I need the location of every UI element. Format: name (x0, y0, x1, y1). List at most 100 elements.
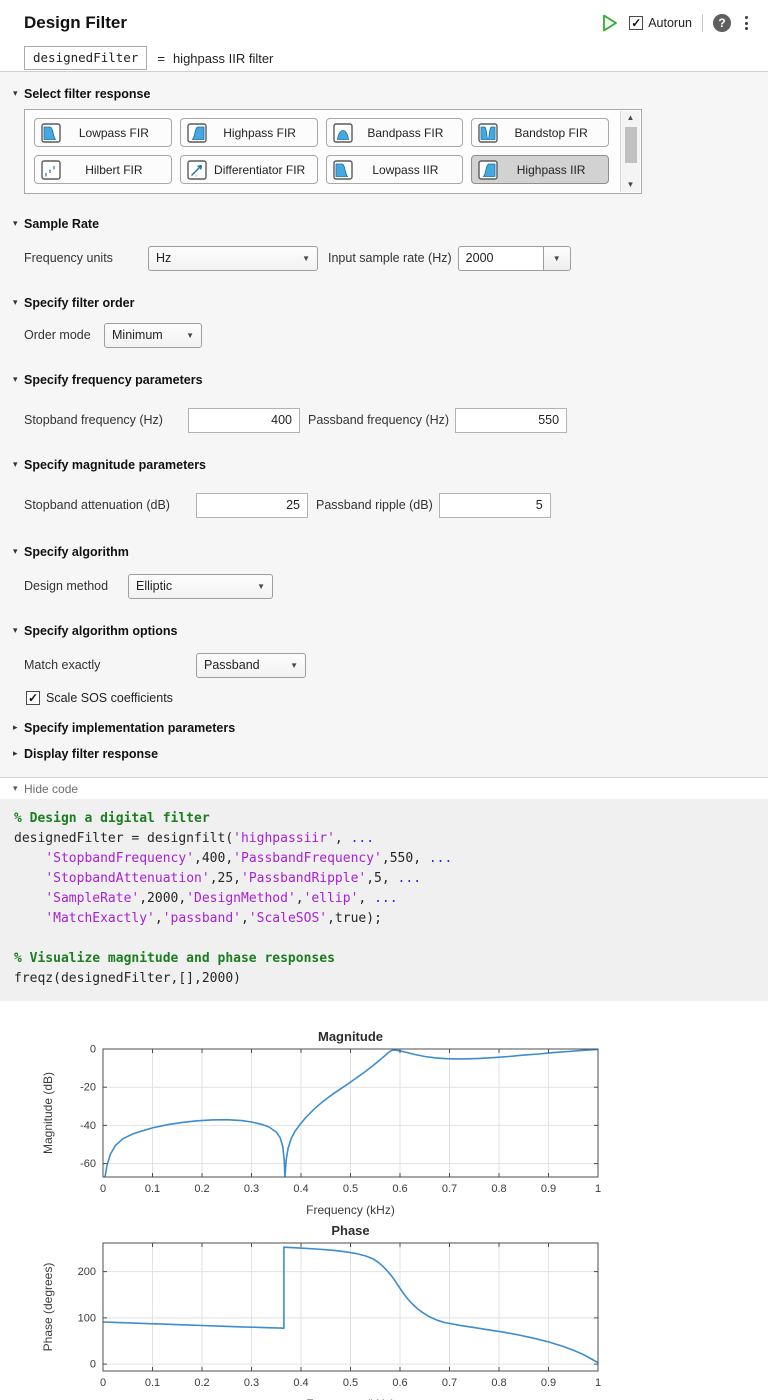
svg-text:0: 0 (100, 1377, 106, 1389)
svg-text:Frequency (kHz): Frequency (kHz) (306, 1203, 395, 1217)
filter-button-label: Bandstop FIR (500, 126, 602, 140)
design-method-dropdown[interactable]: Elliptic ▼ (128, 574, 273, 599)
run-button[interactable] (599, 13, 619, 33)
svg-text:0.5: 0.5 (343, 1377, 358, 1389)
bandstop-response-icon (478, 123, 498, 143)
filter-button-label: Highpass IIR (500, 163, 602, 177)
header-divider (702, 14, 703, 32)
svg-text:0: 0 (90, 1044, 96, 1056)
code-block: % Design a digital filterdesignedFilter … (0, 799, 768, 1001)
filter-button-bandstop-fir[interactable]: Bandstop FIR (471, 118, 609, 147)
svg-text:0.9: 0.9 (541, 1377, 556, 1389)
svg-text:0.8: 0.8 (491, 1377, 506, 1389)
help-icon[interactable]: ? (713, 14, 731, 32)
section-algorithm[interactable]: Specify algorithm (0, 544, 768, 559)
svg-text:0.2: 0.2 (194, 1183, 209, 1195)
section-frequency-parameters[interactable]: Specify frequency parameters (0, 372, 768, 387)
design-method-label: Design method (24, 579, 128, 593)
svg-text:0.3: 0.3 (244, 1183, 259, 1195)
chevron-down-icon: ▼ (290, 661, 298, 670)
chevron-down-icon: ▼ (302, 254, 310, 263)
filter-button-label: Bandpass FIR (355, 126, 457, 140)
collapse-arrow-icon (13, 625, 24, 636)
sample-rate-input[interactable] (458, 246, 543, 271)
filter-button-label: Hilbert FIR (63, 163, 165, 177)
section-sample-rate[interactable]: Sample Rate (0, 216, 768, 231)
play-icon (599, 13, 619, 33)
sample-rate-dropdown-button[interactable]: ▼ (543, 246, 571, 271)
highpass-response-icon (478, 160, 498, 180)
stopband-frequency-label: Stopband frequency (Hz) (24, 413, 188, 427)
svg-text:0: 0 (90, 1359, 96, 1371)
sample-rate-label: Input sample rate (Hz) (328, 251, 452, 265)
section-filter-order[interactable]: Specify filter order (0, 295, 768, 310)
gallery-scrollbar[interactable]: ▲ ▼ (620, 111, 640, 192)
passband-ripple-input[interactable] (439, 493, 551, 518)
scale-sos-checkbox[interactable]: ✓ (26, 691, 40, 705)
passband-frequency-label: Passband frequency (Hz) (308, 413, 449, 427)
filter-button-highpass-iir[interactable]: Highpass IIR (471, 155, 609, 184)
filter-button-hilbert-fir[interactable]: Hilbert FIR (34, 155, 172, 184)
scroll-up-icon[interactable]: ▲ (627, 111, 635, 125)
svg-text:0.3: 0.3 (244, 1377, 259, 1389)
scroll-down-icon[interactable]: ▼ (627, 178, 635, 192)
sample-rate-combobox: ▼ (458, 246, 571, 271)
stopband-frequency-input[interactable] (188, 408, 300, 433)
svg-text:0.1: 0.1 (145, 1377, 160, 1389)
bandpass-response-icon (333, 123, 353, 143)
filter-button-bandpass-fir[interactable]: Bandpass FIR (326, 118, 464, 147)
output-variable-field[interactable]: designedFilter (24, 46, 147, 70)
expand-arrow-icon (13, 722, 24, 733)
svg-text:100: 100 (78, 1312, 96, 1324)
svg-text:0.9: 0.9 (541, 1183, 556, 1195)
passband-frequency-input[interactable] (455, 408, 567, 433)
svg-text:-40: -40 (80, 1120, 96, 1132)
svg-text:-20: -20 (80, 1082, 96, 1094)
lowpass-response-icon (333, 160, 353, 180)
section-select-filter-response[interactable]: Select filter response (0, 86, 768, 101)
match-exactly-dropdown[interactable]: Passband ▼ (196, 653, 306, 678)
section-implementation-parameters[interactable]: Specify implementation parameters (0, 720, 768, 735)
section-algorithm-options[interactable]: Specify algorithm options (0, 623, 768, 638)
filter-button-lowpass-fir[interactable]: Lowpass FIR (34, 118, 172, 147)
figure-output: 00.10.20.30.40.50.60.70.80.910-20-40-60M… (0, 1001, 768, 1400)
hide-code-toggle[interactable]: Hide code (0, 777, 768, 799)
overflow-menu-icon[interactable] (741, 14, 752, 32)
svg-text:0.6: 0.6 (392, 1377, 407, 1389)
code-line: designedFilter = designfilt('highpassiir… (14, 829, 768, 849)
expand-arrow-icon (13, 748, 24, 759)
svg-text:Magnitude: Magnitude (318, 1029, 383, 1044)
equals-sign: = (157, 51, 165, 66)
code-line: 'StopbandAttenuation',25,'PassbandRipple… (14, 869, 768, 889)
autorun-checkbox[interactable]: ✓ (629, 16, 643, 30)
filter-button-lowpass-iir[interactable]: Lowpass IIR (326, 155, 464, 184)
svg-text:1: 1 (595, 1377, 601, 1389)
magnitude-plot: 00.10.20.30.40.50.60.70.80.910-20-40-60M… (37, 1027, 768, 1219)
section-display-filter-response[interactable]: Display filter response (0, 746, 768, 761)
match-exactly-label: Match exactly (24, 658, 196, 672)
lowpass-response-icon (41, 123, 61, 143)
frequency-units-dropdown[interactable]: Hz ▼ (148, 246, 318, 271)
filter-button-differentiator-fir[interactable]: Differentiator FIR (180, 155, 318, 184)
filter-button-highpass-fir[interactable]: Highpass FIR (180, 118, 318, 147)
svg-text:0.4: 0.4 (293, 1377, 308, 1389)
order-mode-label: Order mode (24, 328, 104, 342)
svg-text:Phase (degrees): Phase (degrees) (41, 1263, 55, 1352)
differentiator-response-icon (187, 160, 207, 180)
svg-text:0: 0 (100, 1183, 106, 1195)
collapse-arrow-icon (13, 297, 24, 308)
order-mode-dropdown[interactable]: Minimum ▼ (104, 323, 202, 348)
collapse-arrow-icon (13, 783, 24, 794)
svg-text:Magnitude (dB): Magnitude (dB) (41, 1072, 55, 1154)
highpass-response-icon (187, 123, 207, 143)
stopband-attenuation-input[interactable] (196, 493, 308, 518)
page-title: Design Filter (24, 13, 127, 33)
autorun-label: Autorun (648, 16, 692, 30)
scrollbar-thumb[interactable] (625, 127, 637, 163)
code-line: % Design a digital filter (14, 809, 768, 829)
stopband-attenuation-label: Stopband attenuation (dB) (24, 498, 196, 512)
svg-text:200: 200 (78, 1266, 96, 1278)
code-line: 'SampleRate',2000,'DesignMethod','ellip'… (14, 889, 768, 909)
section-magnitude-parameters[interactable]: Specify magnitude parameters (0, 457, 768, 472)
task-header: Design Filter ✓ Autorun ? designedFilter… (0, 0, 768, 71)
